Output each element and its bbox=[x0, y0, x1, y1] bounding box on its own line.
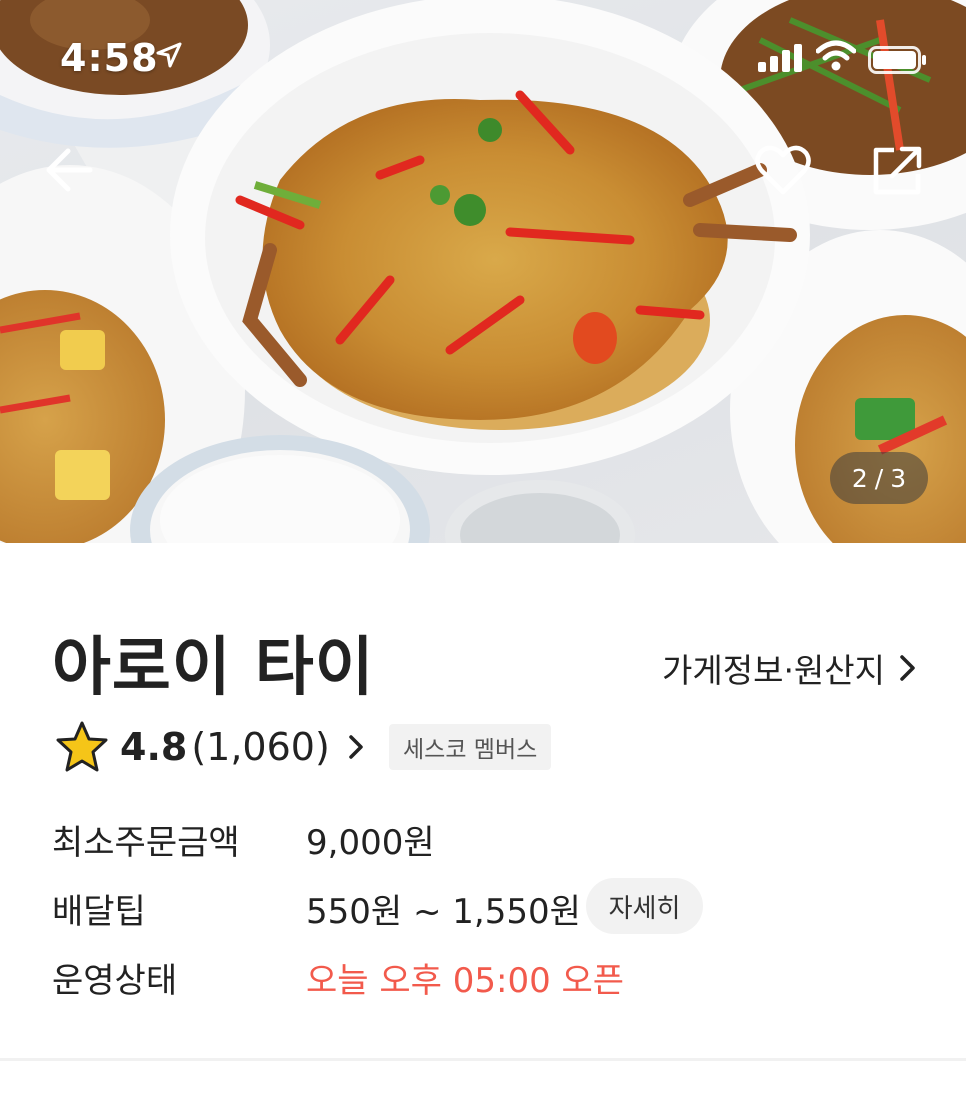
chevron-right-icon bbox=[900, 655, 915, 681]
review-count: (1,060) bbox=[191, 725, 330, 769]
rating-value: 4.8 bbox=[120, 725, 188, 769]
store-photo-carousel[interactable]: 4:58 2 / 3 bbox=[0, 0, 966, 543]
min-order-value: 9,000원 bbox=[306, 823, 435, 863]
signal-bars-icon bbox=[758, 44, 802, 72]
delivery-tip-value: 550원 ~ 1,550원 bbox=[306, 892, 581, 932]
min-order-label: 최소주문금액 bbox=[52, 823, 240, 863]
status-bar: 4:58 bbox=[0, 0, 966, 120]
location-arrow-icon bbox=[156, 42, 182, 68]
image-pager-indicator: 2 / 3 bbox=[830, 452, 928, 504]
arrow-left-icon bbox=[46, 148, 93, 192]
favorite-button[interactable] bbox=[752, 140, 814, 202]
store-info-origin-label: 가게정보·원산지 bbox=[662, 651, 886, 690]
wifi-icon bbox=[816, 40, 856, 71]
cesco-member-badge: 세스코 멤버스 bbox=[389, 724, 552, 770]
pager-separator: / bbox=[874, 463, 884, 493]
pager-total: 3 bbox=[890, 463, 907, 493]
operation-status-value: 오늘 오후 05:00 오픈 bbox=[306, 961, 625, 1001]
delivery-tip-label: 배달팁 bbox=[52, 892, 146, 932]
share-icon bbox=[873, 146, 922, 195]
pager-current: 2 bbox=[851, 463, 868, 493]
section-divider bbox=[0, 1058, 966, 1061]
operation-status-label: 운영상태 bbox=[52, 961, 178, 1001]
star-icon bbox=[56, 721, 108, 772]
rating-row[interactable]: 4.8 (1,060) bbox=[54, 716, 364, 778]
chevron-right-icon[interactable] bbox=[348, 734, 364, 760]
heart-outline-icon bbox=[755, 145, 811, 195]
share-button[interactable] bbox=[866, 140, 928, 202]
store-info-origin-link[interactable]: 가게정보·원산지 bbox=[662, 644, 917, 692]
battery-icon bbox=[868, 46, 926, 74]
back-button[interactable] bbox=[40, 140, 100, 200]
store-name: 아로이 타이 bbox=[52, 631, 375, 705]
status-time: 4:58 bbox=[60, 36, 159, 80]
delivery-tip-detail-button[interactable]: 자세히 bbox=[586, 878, 703, 934]
